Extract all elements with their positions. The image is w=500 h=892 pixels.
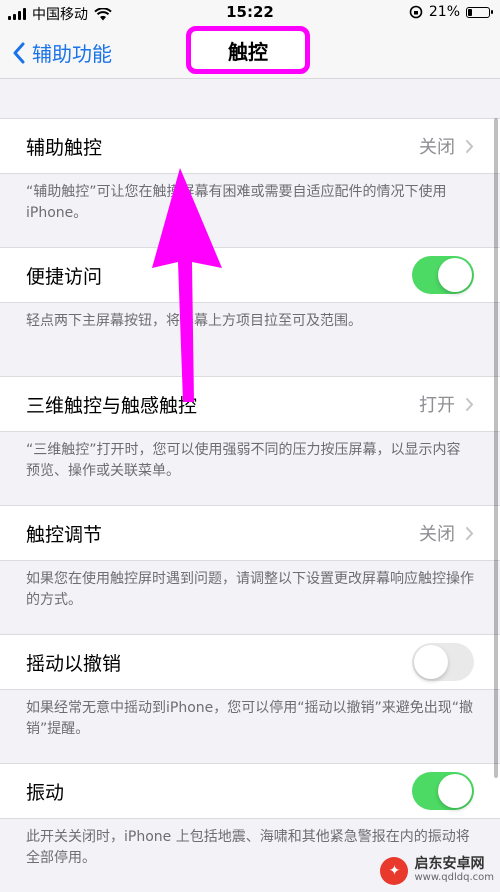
watermark-text: 启东安卓网 www.qdldq.com <box>414 857 494 885</box>
assistive-touch-value: 关闭 <box>419 137 455 158</box>
touch-accommodations-row[interactable]: 触控调节 关闭 <box>0 505 500 561</box>
orientation-lock-icon <box>409 5 423 19</box>
touch-accommodations-footnote: 如果您在使用触控屏时遇到问题，请调整以下设置更改屏幕响应触控操作的方式。 <box>26 571 474 608</box>
scrollbar[interactable] <box>494 118 498 778</box>
page-title-text: 触控 <box>228 39 268 64</box>
assistive-touch-detail: 关闭 <box>419 133 474 159</box>
back-button[interactable]: 辅助功能 <box>12 38 112 67</box>
status-right: 21% <box>409 4 493 20</box>
chevron-left-icon <box>13 42 25 63</box>
reachability-label: 便捷访问 <box>26 265 103 288</box>
3d-touch-detail: 打开 <box>419 391 474 417</box>
settings-list: 辅助触控 关闭 “辅助触控”可让您在触摸屏幕有困难或需要自适应配件的情况下使用 … <box>0 79 500 892</box>
shake-to-undo-toggle[interactable] <box>412 643 474 681</box>
assistive-touch-row[interactable]: 辅助触控 关闭 <box>0 118 500 174</box>
battery-percent: 21% <box>428 4 460 20</box>
watermark: ✦ 启东安卓网 www.qdldq.com <box>380 857 494 885</box>
touch-accommodations-value: 关闭 <box>419 524 455 545</box>
reachability-row: 便捷访问 <box>0 247 500 303</box>
vibration-toggle[interactable] <box>412 772 474 810</box>
back-button-label: 辅助功能 <box>32 42 112 66</box>
watermark-logo-icon: ✦ <box>380 857 409 885</box>
watermark-title: 启东安卓网 <box>414 856 485 872</box>
toggle-knob <box>414 645 448 679</box>
page-title: 触控 <box>186 26 310 74</box>
navigation-bar: 辅助功能 触控 <box>0 26 500 79</box>
chevron-right-icon <box>466 139 474 153</box>
reachability-footnote: 轻点两下主屏幕按钮，将屏幕上方项目拉至可及范围。 <box>26 313 362 329</box>
shake-to-undo-footnote: 如果经常无意中摇动到iPhone，您可以停用“摇动以撤销”来避免出现“撤销”提醒… <box>26 700 474 737</box>
touch-accommodations-detail: 关闭 <box>419 520 474 546</box>
vibration-row: 振动 <box>0 763 500 819</box>
chevron-right-icon <box>466 526 474 540</box>
reachability-toggle[interactable] <box>412 256 474 294</box>
toggle-knob <box>438 258 472 292</box>
battery-fill <box>468 8 472 16</box>
status-bar: 中国移动 15:22 21% <box>0 0 500 26</box>
assistive-touch-label: 辅助触控 <box>26 136 103 159</box>
shake-to-undo-label: 摇动以撤销 <box>26 652 122 675</box>
shake-to-undo-row: 摇动以撤销 <box>0 634 500 690</box>
watermark-url: www.qdldq.com <box>414 872 494 883</box>
battery-icon <box>466 6 493 18</box>
3d-touch-footnote: “三维触控”打开时，您可以使用强弱不同的压力按压屏幕，以显示内容预览、操作或关联… <box>26 442 461 479</box>
assistive-touch-footnote: “辅助触控”可让您在触摸屏幕有困难或需要自适应配件的情况下使用 iPhone。 <box>26 184 447 221</box>
touch-accommodations-label: 触控调节 <box>26 523 103 546</box>
3d-touch-label: 三维触控与触感触控 <box>26 394 198 417</box>
vibration-label: 振动 <box>26 781 65 804</box>
toggle-knob <box>438 774 472 808</box>
chevron-right-icon <box>466 397 474 411</box>
3d-touch-row[interactable]: 三维触控与触感触控 打开 <box>0 376 500 432</box>
3d-touch-value: 打开 <box>419 395 455 416</box>
